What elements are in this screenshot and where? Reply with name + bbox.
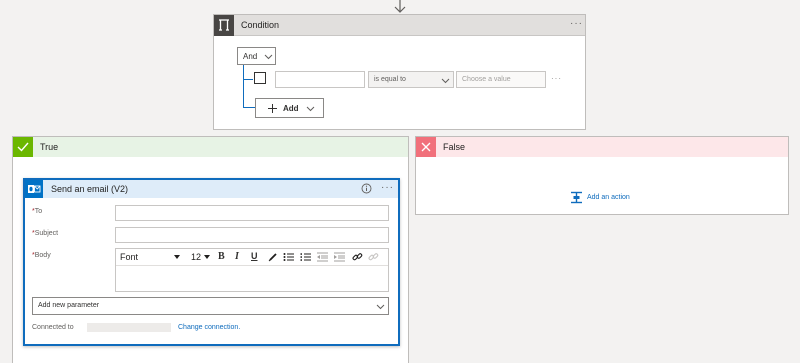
body-toolbar: Font 12 B I U [116,249,388,266]
to-label: *To [32,208,43,215]
font-size-dropdown[interactable]: 12 [191,252,201,262]
highlight-pen-icon[interactable] [268,252,278,262]
row-options-icon[interactable]: ··· [551,74,562,83]
choose-value-input-left[interactable] [275,71,365,88]
close-icon [416,137,436,157]
subject-label: *Subject [32,230,59,237]
tree-branch-1 [243,79,253,80]
info-icon[interactable] [361,183,372,194]
more-options-icon[interactable]: ··· [570,18,583,29]
add-action-label: Add an action [587,194,630,201]
value-placeholder: Choose a value [462,76,511,83]
tree-line [243,65,244,107]
send-email-card: Send an email (V2) ··· *To *Subject *Bod… [23,178,400,346]
flow-arrow-icon [392,0,408,14]
condition-card: Condition ··· And is equal to Choose a v… [213,14,586,130]
send-email-title: Send an email (V2) [51,184,129,194]
font-size-caret-icon[interactable] [204,255,210,259]
operator-dropdown[interactable]: is equal to [368,71,454,88]
increase-indent-icon[interactable] [334,252,345,262]
condition-header[interactable]: Condition ··· [214,15,585,36]
numbered-list-icon[interactable] [300,252,311,262]
chevron-down-icon [376,302,385,311]
to-input[interactable] [115,205,389,221]
outlook-icon [25,180,43,198]
check-icon [13,137,33,157]
subject-input[interactable] [115,227,389,243]
add-label: Add [283,104,299,113]
row-checkbox[interactable] [254,72,266,84]
operator-label: is equal to [374,76,406,83]
add-action-icon [570,191,583,204]
condition-title: Condition [241,20,280,30]
more-options-icon[interactable]: ··· [381,182,394,193]
false-branch: False Add an action [415,136,789,215]
connected-to-label: Connected to [32,324,74,331]
redacted-connection [87,323,171,332]
and-label: And [243,52,258,61]
decrease-indent-icon[interactable] [317,252,328,262]
condition-icon [214,15,234,36]
chevron-down-icon [264,52,273,61]
send-email-header[interactable]: Send an email (V2) ··· [25,180,398,198]
body-editor[interactable]: Font 12 B I U [115,248,389,292]
false-title: False [443,142,466,152]
and-dropdown[interactable]: And [237,47,276,65]
font-dropdown-caret-icon[interactable] [174,255,180,259]
tree-branch-2 [243,107,255,108]
choose-value-input-right[interactable]: Choose a value [456,71,546,88]
underline-button[interactable]: U [251,251,258,261]
false-header[interactable]: False [416,137,788,157]
bold-button[interactable]: B [218,251,225,262]
body-label: *Body [32,252,51,259]
bullet-list-icon[interactable] [283,252,294,262]
chevron-down-icon [306,104,315,113]
add-action-button[interactable]: Add an action [570,191,640,205]
font-dropdown[interactable]: Font [120,252,138,262]
link-icon[interactable] [352,252,363,262]
add-new-parameter-label: Add new parameter [38,302,100,309]
true-branch: True Send an email (V2) ··· *To *Subject… [12,136,409,363]
add-button[interactable]: Add [255,98,324,118]
change-connection-link[interactable]: Change connection. [178,324,240,331]
add-new-parameter-dropdown[interactable]: Add new parameter [32,297,389,315]
true-header[interactable]: True [13,137,408,157]
chevron-down-icon [441,76,450,85]
true-title: True [40,142,59,152]
italic-button[interactable]: I [235,251,239,262]
unlink-icon[interactable] [368,252,379,262]
plus-icon [267,103,278,114]
